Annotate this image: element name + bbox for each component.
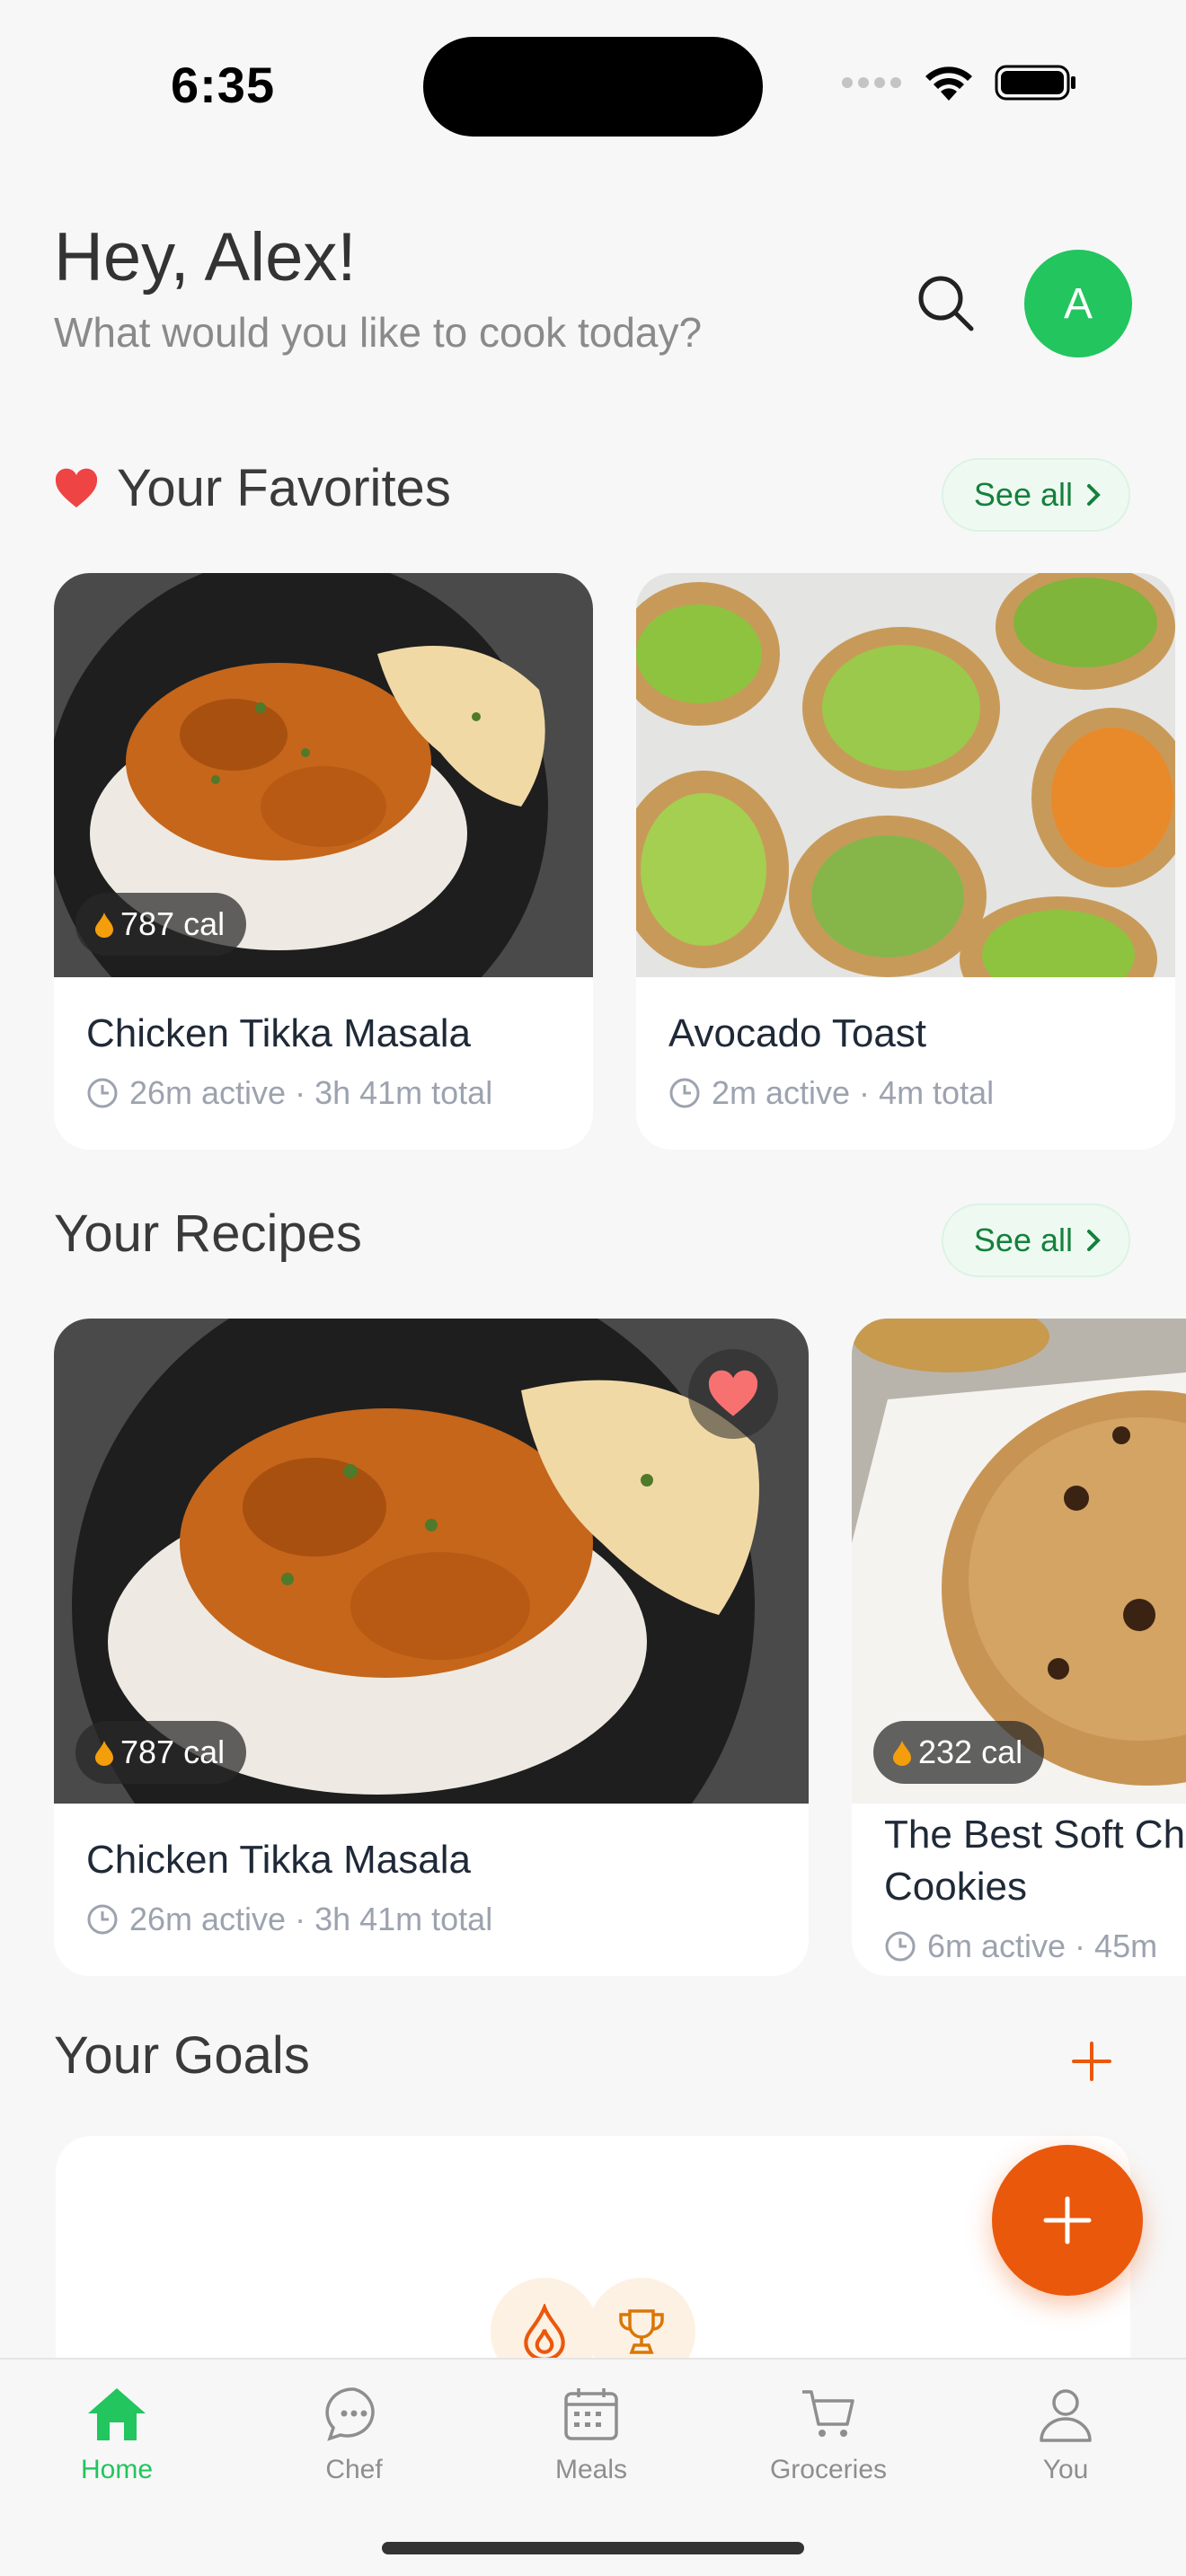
recipes-title: Your Recipes [54,1204,362,1263]
clock-icon [669,1078,700,1108]
recipe-title-line2: Cookies [884,1865,1027,1909]
search-button[interactable] [912,269,980,338]
tab-groceries[interactable]: Groceries [739,2385,918,2485]
recipe-title: The Best Soft Ch [884,1813,1186,1857]
plus-icon [1072,2042,1111,2081]
recipes-header: Your Recipes [54,1204,362,1264]
time-label: 26m active · 3h 41m total [129,1901,493,1937]
clock-icon [87,1904,118,1935]
recipe-time: 26m active · 3h 41m total [86,1901,492,1938]
plus-icon [1043,2196,1092,2245]
flame-icon [95,913,113,938]
favorite-card-avocado-toast[interactable]: Avocado Toast 2m active · 4m total [636,573,1175,1150]
recipe-title: Chicken Tikka Masala [86,1011,471,1055]
tab-label: Chef [325,2455,383,2484]
trophy-icon [619,2309,664,2354]
tab-home[interactable]: Home [27,2385,207,2485]
chevron-right-icon [1087,484,1101,506]
goals-header: Your Goals [54,2025,310,2086]
time-label: 6m active · 45m [927,1928,1158,1964]
recipe-photo [636,573,1175,977]
wifi-icon [925,66,972,101]
favorite-toggle-button[interactable] [688,1349,778,1439]
status-bar: 6:35 [0,0,1186,171]
tab-label: Home [80,2455,154,2484]
calorie-badge: 787 cal [75,1721,247,1784]
recipe-card-chicken-tikka[interactable]: 787 cal Chicken Tikka Masala 26m active … [54,1319,809,1976]
favorite-card-chicken-tikka[interactable]: 787 cal Chicken Tikka Masala 26m active … [54,573,593,1150]
recipe-card-soft-cookies[interactable]: 232 cal The Best Soft Ch Cookies 6m acti… [852,1319,1186,1976]
time-label: 26m active · 3h 41m total [129,1074,493,1111]
cart-icon [802,2390,854,2437]
heart-filled-icon [708,1370,758,1416]
calorie-label: 232 cal [918,1734,1023,1770]
clock-icon [885,1931,916,1962]
clock-icon [87,1078,118,1108]
home-icon [88,2388,146,2440]
recipes-see-all-button[interactable]: See all [941,1204,1130,1277]
heart-icon [55,468,98,507]
greeting-subtitle: What would you like to cook today? [54,308,703,356]
person-icon [1040,2389,1092,2442]
chevron-right-icon [1087,1230,1101,1251]
tab-you[interactable]: You [976,2385,1155,2485]
favorites-see-all-button[interactable]: See all [941,458,1130,532]
favorites-title: Your Favorites [117,459,451,517]
flame-icon [95,1741,113,1766]
calorie-label: 787 cal [120,1734,226,1770]
add-fab-button[interactable] [992,2145,1143,2296]
status-icons [840,63,1077,102]
battery-icon [995,65,1075,101]
goals-title: Your Goals [54,2026,310,2085]
flame-icon [893,1741,911,1766]
greeting-title: Hey, Alex! [54,219,357,296]
recipe-time: 2m active · 4m total [668,1074,994,1112]
calendar-icon [564,2388,618,2440]
add-goal-button[interactable] [1065,2034,1119,2088]
flame-icon [524,2304,565,2360]
favorites-header: Your Favorites [54,458,451,518]
tab-label: Groceries [769,2455,888,2484]
avatar[interactable]: A [1024,250,1132,357]
status-time: 6:35 [171,57,276,113]
search-icon [918,276,974,331]
recipe-title: Chicken Tikka Masala [86,1838,471,1882]
recipe-photo: 232 cal [852,1319,1186,1804]
recipe-photo: 787 cal [54,1319,809,1804]
time-label: 2m active · 4m total [712,1074,995,1111]
see-all-label: See all [973,1222,1073,1258]
tab-chef[interactable]: Chef [264,2385,444,2485]
recipe-time: 26m active · 3h 41m total [86,1074,492,1112]
home-indicator [382,2542,804,2554]
greeting-block: Hey, Alex! What would you like to cook t… [54,220,702,357]
chat-bubble-icon [325,2387,375,2441]
recipe-time: 6m active · 45m [884,1928,1157,1965]
dynamic-island [423,37,763,137]
calorie-badge: 787 cal [75,893,247,956]
tab-meals[interactable]: Meals [501,2385,681,2485]
signal-icon [842,77,901,88]
tab-label: Meals [554,2455,628,2484]
tab-label: You [1042,2455,1089,2484]
calorie-label: 787 cal [120,905,226,942]
recipe-photo: 787 cal [54,573,593,977]
see-all-label: See all [973,476,1073,513]
calorie-badge: 232 cal [873,1721,1045,1784]
recipe-title: Avocado Toast [668,1011,927,1055]
